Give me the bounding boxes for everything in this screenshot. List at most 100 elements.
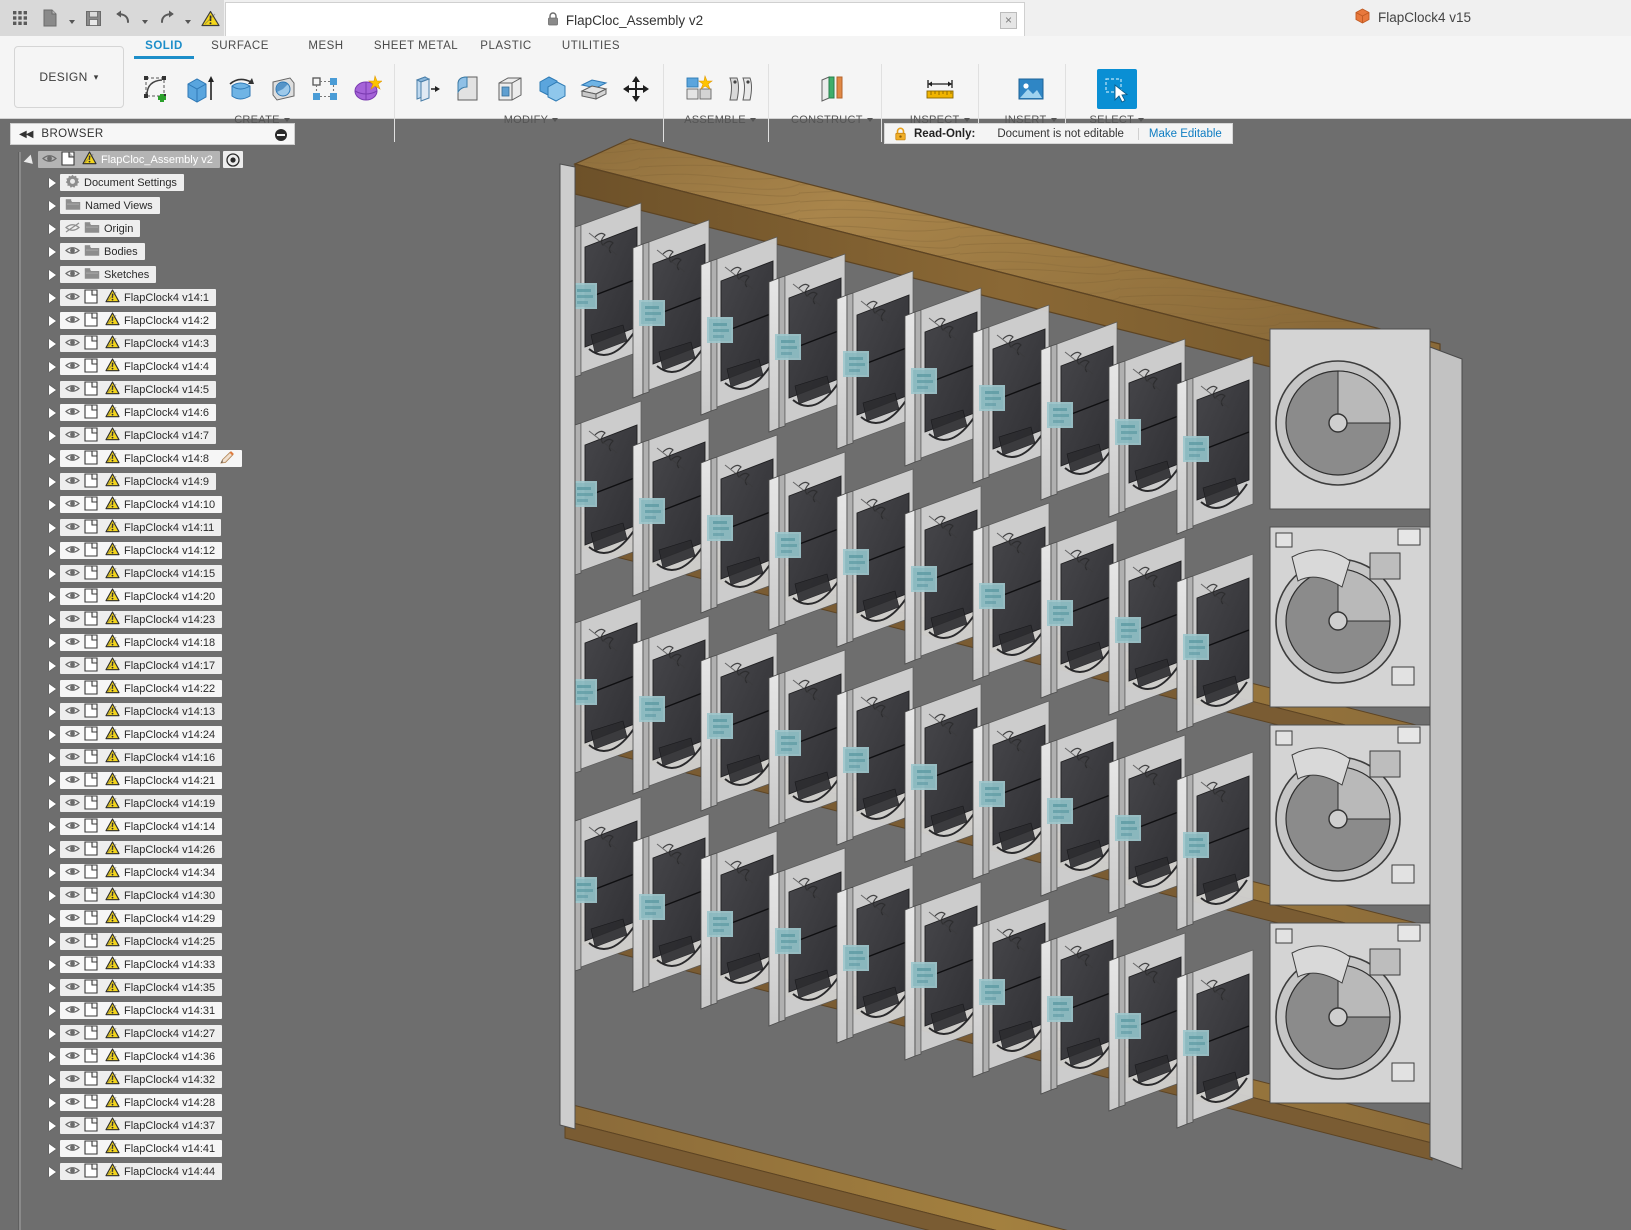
move-copy-icon[interactable] — [617, 70, 655, 108]
tab-plastic[interactable]: PLASTIC — [466, 40, 546, 56]
occurrence-item[interactable]: FlapClock4 v14:31 — [60, 1002, 222, 1019]
expand-toggle[interactable] — [44, 427, 60, 444]
expand-toggle[interactable] — [44, 542, 60, 559]
eye-icon[interactable] — [65, 452, 80, 466]
document-tab-active[interactable]: FlapCloc_Assembly v2 × — [225, 2, 1025, 38]
tree-row-occurrence[interactable]: FlapClock4 v14:26 — [18, 838, 298, 861]
tree-row-occurrence[interactable]: FlapClock4 v14:41 — [18, 1137, 298, 1160]
eye-icon[interactable] — [65, 1142, 80, 1156]
pattern-icon[interactable] — [306, 70, 344, 108]
eye-icon[interactable] — [65, 544, 80, 558]
edit-pencil-icon[interactable] — [219, 450, 235, 468]
expand-toggle[interactable] — [44, 266, 60, 283]
tab-utilities[interactable]: UTILITIES — [546, 40, 636, 56]
occurrence-item[interactable]: FlapClock4 v14:2 — [60, 312, 216, 329]
occurrence-item[interactable]: FlapClock4 v14:30 — [60, 887, 222, 904]
eye-icon[interactable] — [65, 1096, 80, 1110]
make-editable-link[interactable]: Make Editable — [1139, 128, 1232, 140]
occurrence-item[interactable]: FlapClock4 v14:8 — [60, 450, 242, 467]
redo-icon[interactable] — [153, 4, 181, 32]
eye-icon[interactable] — [65, 567, 80, 581]
tree-row-occurrence[interactable]: FlapClock4 v14:7 — [18, 424, 298, 447]
occurrence-item[interactable]: FlapClock4 v14:1 — [60, 289, 216, 306]
occurrence-item[interactable]: FlapClock4 v14:27 — [60, 1025, 222, 1042]
eye-icon[interactable] — [65, 1073, 80, 1087]
occurrence-item[interactable]: FlapClock4 v14:24 — [60, 726, 222, 743]
eye-icon[interactable] — [65, 912, 80, 926]
eye-icon[interactable] — [65, 291, 80, 305]
expand-toggle[interactable] — [44, 1140, 60, 1157]
eye-icon[interactable] — [65, 1004, 80, 1018]
eye-icon[interactable] — [65, 1165, 80, 1179]
eye-icon[interactable] — [65, 866, 80, 880]
panel-assemble-title[interactable]: ASSEMBLE — [684, 114, 756, 126]
expand-toggle[interactable] — [44, 1002, 60, 1019]
eye-icon[interactable] — [65, 360, 80, 374]
tree-row-occurrence[interactable]: FlapClock4 v14:29 — [18, 907, 298, 930]
combine-icon[interactable] — [533, 70, 571, 108]
expand-toggle[interactable] — [44, 473, 60, 490]
expand-toggle[interactable] — [44, 1048, 60, 1065]
eye-icon[interactable] — [65, 1119, 80, 1133]
document-tab-secondary[interactable]: FlapClock4 v15 — [1355, 8, 1471, 27]
eye-icon[interactable] — [65, 406, 80, 420]
occurrence-item[interactable]: FlapClock4 v14:15 — [60, 565, 222, 582]
eye-icon[interactable] — [65, 820, 80, 834]
close-icon[interactable]: × — [1000, 12, 1017, 29]
tree-row-occurrence[interactable]: FlapClock4 v14:9 — [18, 470, 298, 493]
eye-icon[interactable] — [65, 682, 80, 696]
tree-row-occurrence[interactable]: FlapClock4 v14:27 — [18, 1022, 298, 1045]
eye-icon[interactable] — [65, 521, 80, 535]
tree-row-occurrence[interactable]: FlapClock4 v14:28 — [18, 1091, 298, 1114]
eye-icon[interactable] — [65, 843, 80, 857]
eye-icon[interactable] — [65, 751, 80, 765]
occurrence-item[interactable]: FlapClock4 v14:11 — [60, 519, 221, 536]
eye-icon[interactable] — [65, 797, 80, 811]
expand-toggle[interactable] — [44, 795, 60, 812]
revolve-icon[interactable] — [222, 70, 260, 108]
undo-icon[interactable] — [109, 4, 137, 32]
expand-toggle[interactable] — [44, 611, 60, 628]
expand-toggle[interactable] — [44, 703, 60, 720]
occurrence-item[interactable]: FlapClock4 v14:41 — [60, 1140, 222, 1157]
tree-row-occurrence[interactable]: FlapClock4 v14:18 — [18, 631, 298, 654]
insert-image-icon[interactable] — [1012, 70, 1050, 108]
eye-icon[interactable] — [65, 935, 80, 949]
expand-toggle[interactable] — [44, 657, 60, 674]
expand-toggle[interactable] — [44, 1025, 60, 1042]
tree-row-occurrence[interactable]: FlapClock4 v14:34 — [18, 861, 298, 884]
save-icon[interactable] — [79, 4, 107, 32]
eye-icon[interactable] — [65, 429, 80, 443]
sweep-icon[interactable] — [264, 70, 302, 108]
expand-toggle[interactable] — [44, 772, 60, 789]
tree-row-occurrence[interactable]: FlapClock4 v14:12 — [18, 539, 298, 562]
folder-origin[interactable]: Origin — [60, 220, 140, 237]
expand-toggle[interactable] — [44, 588, 60, 605]
new-component-icon[interactable] — [680, 70, 718, 108]
expand-toggle[interactable] — [44, 1163, 60, 1180]
expand-toggle[interactable] — [44, 519, 60, 536]
expand-toggle[interactable] — [44, 933, 60, 950]
eye-icon[interactable] — [65, 1027, 80, 1041]
tree-row-occurrence[interactable]: FlapClock4 v14:3 — [18, 332, 298, 355]
undo-dropdown-caret[interactable] — [139, 4, 150, 32]
eye-icon[interactable] — [65, 728, 80, 742]
tree-row-occurrence[interactable]: FlapClock4 v14:22 — [18, 677, 298, 700]
occurrence-item[interactable]: FlapClock4 v14:3 — [60, 335, 216, 352]
expand-toggle[interactable] — [44, 496, 60, 513]
eye-icon[interactable] — [65, 498, 80, 512]
eye-icon[interactable] — [65, 268, 80, 282]
eye-icon[interactable] — [65, 705, 80, 719]
app-grid-icon[interactable] — [6, 4, 34, 32]
expand-toggle[interactable] — [44, 864, 60, 881]
expand-toggle[interactable] — [44, 358, 60, 375]
file-dropdown-caret[interactable] — [66, 4, 77, 32]
tree-row-occurrence[interactable]: FlapClock4 v14:16 — [18, 746, 298, 769]
browser-options-icon[interactable] — [275, 129, 287, 141]
collapse-panel-icon[interactable]: ◀◀ — [19, 129, 32, 140]
press-pull-icon[interactable] — [407, 70, 445, 108]
eye-icon[interactable] — [65, 245, 80, 259]
eye-icon[interactable] — [65, 774, 80, 788]
tree-row-occurrence[interactable]: FlapClock4 v14:31 — [18, 999, 298, 1022]
tree-row-occurrence[interactable]: FlapClock4 v14:11 — [18, 516, 298, 539]
